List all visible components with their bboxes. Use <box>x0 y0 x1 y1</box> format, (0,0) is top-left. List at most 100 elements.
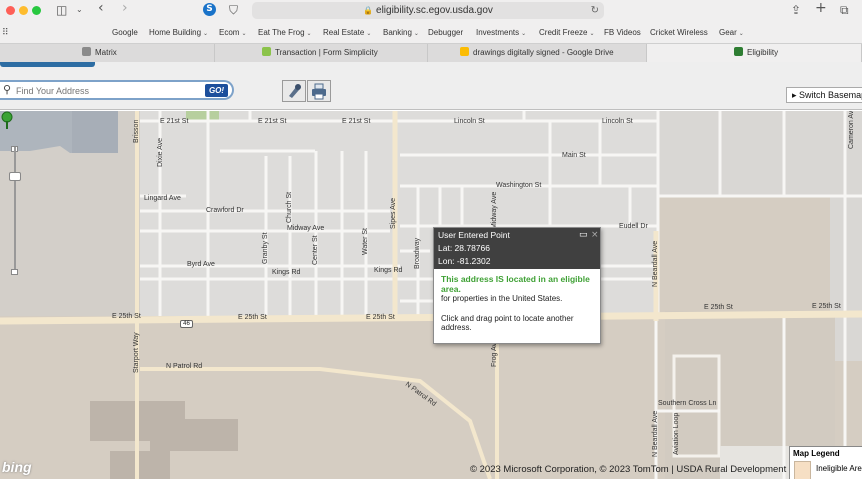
bing-logo: bing <box>2 459 32 475</box>
chevron-down-icon: ⌄ <box>738 31 744 37</box>
map-copyright: © 2023 Microsoft Corporation, © 2023 Tom… <box>470 464 787 475</box>
street-label: Lincoln St <box>602 118 633 125</box>
chevron-down-icon: ⌄ <box>241 31 247 37</box>
street-label: Kings Rd <box>272 269 301 276</box>
favicon-icon <box>734 47 743 56</box>
street-label: Washington St <box>496 182 542 189</box>
switch-basemap-label: Switch Basemap <box>799 90 862 100</box>
address-bar[interactable]: 🔒 eligibility.sc.egov.usda.gov ↻ <box>252 2 604 19</box>
airport-building-2 <box>110 451 170 479</box>
location-pin-icon[interactable] <box>0 111 14 129</box>
search-icon: ⚲ <box>3 83 12 96</box>
bookmark-google[interactable]: Google <box>112 27 138 38</box>
street-label: N Patrol Rd <box>166 363 203 370</box>
maximize-window-button[interactable] <box>32 6 41 15</box>
caret-right-icon: ▸ <box>792 90 797 100</box>
street-label: Granby St <box>262 232 269 264</box>
street-label: Crawford Dr <box>206 207 244 214</box>
draw-point-button[interactable] <box>282 80 306 102</box>
street-label: Lingard Ave <box>144 195 181 202</box>
info-popup: User Entered Point Lat: 28.78766 Lon: -8… <box>433 227 601 344</box>
print-button[interactable] <box>307 80 331 102</box>
chevron-down-icon: ⌄ <box>521 31 527 37</box>
zoom-slider-track[interactable] <box>14 147 16 275</box>
street-label: Water St <box>362 228 369 255</box>
chevron-down-icon: ⌄ <box>589 31 595 37</box>
bookmark-ecom[interactable]: Ecom ⌄ <box>219 27 246 40</box>
bookmark-investments[interactable]: Investments ⌄ <box>476 27 526 40</box>
extension-s-icon[interactable]: S <box>203 3 216 16</box>
address-search-input[interactable] <box>16 83 196 98</box>
bookmark-label: Home Building <box>149 28 202 37</box>
favicon-icon <box>82 47 91 56</box>
new-tab-icon[interactable]: + <box>815 1 827 15</box>
street-label: E 25th St <box>366 314 395 321</box>
bookmark-gear[interactable]: Gear ⌄ <box>719 27 744 40</box>
bookmark-fb-videos[interactable]: FB Videos <box>604 27 641 38</box>
tab-matrix[interactable]: Matrix <box>0 44 215 63</box>
bookmark-banking[interactable]: Banking ⌄ <box>383 27 419 40</box>
back-icon[interactable]: ‹ <box>98 1 104 15</box>
street-label: Southern Cross Ln <box>658 400 717 407</box>
tab-overview-icon[interactable]: ⧉ <box>840 3 849 17</box>
bookmark-cricket-wireless[interactable]: Cricket Wireless <box>650 27 708 38</box>
minimize-window-button[interactable] <box>19 6 28 15</box>
switch-basemap-button[interactable]: ▸ Switch Basemap <box>786 87 862 103</box>
street-label: Midway Ave <box>491 191 498 229</box>
map-canvas <box>0 111 862 479</box>
zoom-out-button[interactable] <box>11 269 18 275</box>
popup-body: This address IS located in an eligible a… <box>434 269 600 339</box>
tab-label: Transaction | Form Simplicity <box>275 48 378 57</box>
legend-swatch-ineligible <box>794 461 811 479</box>
tab-drawings-digitally-signed-google-drive[interactable]: drawings digitally signed - Google Drive <box>428 44 647 63</box>
tab-label: Matrix <box>95 48 117 57</box>
close-icon[interactable]: × <box>591 230 599 240</box>
reload-icon[interactable]: ↻ <box>591 2 599 19</box>
legend-title: Map Legend <box>793 449 840 458</box>
map-view[interactable]: E 21st St E 21st St E 21st St Lincoln St… <box>0 111 862 479</box>
street-label: Sipes Ave <box>390 197 397 229</box>
legend-item-label: Ineligible Area <box>816 464 862 473</box>
street-label: E 25th St <box>704 304 733 311</box>
map-legend: Map Legend Ineligible Area <box>789 446 862 479</box>
bookmark-debugger[interactable]: Debugger <box>428 27 463 38</box>
bookmark-credit-freeze[interactable]: Credit Freeze ⌄ <box>539 27 595 40</box>
bookmark-label: Google <box>112 28 138 37</box>
chevron-down-icon: ⌄ <box>203 31 209 37</box>
bookmark-real-estate[interactable]: Real Estate ⌄ <box>323 27 371 40</box>
sidebar-icon[interactable]: ◫ <box>56 3 67 17</box>
bookmark-label: Debugger <box>428 28 464 37</box>
favicon-icon <box>262 47 271 56</box>
go-button[interactable]: GO! <box>205 84 228 97</box>
popup-header: User Entered Point Lat: 28.78766 Lon: -8… <box>434 228 600 269</box>
maximize-icon[interactable]: ▭ <box>579 230 588 240</box>
street-label: Byrd Ave <box>187 261 215 268</box>
bookmark-label: Investments <box>476 28 520 37</box>
street-label: Dixie Ave <box>157 137 164 167</box>
park <box>186 111 219 120</box>
tab-bar: Matrix Transaction | Form Simplicity drawi… <box>0 43 862 63</box>
address-search: ⚲ GO! <box>0 80 234 100</box>
url-text: eligibility.sc.egov.usda.gov <box>376 5 493 16</box>
chevron-down-icon[interactable]: ⌄ <box>76 3 83 17</box>
street-label: E 21st St <box>258 118 287 125</box>
bookmark-eat-the-frog[interactable]: Eat The Frog ⌄ <box>258 27 312 40</box>
route-shield: 46 <box>180 320 193 328</box>
street-label: Lincoln St <box>454 118 485 125</box>
lock-icon: 🔒 <box>363 6 374 15</box>
apps-grid-icon[interactable]: ⠿ <box>2 26 9 40</box>
share-icon[interactable]: ⇪ <box>791 3 801 17</box>
street-label: Main St <box>562 152 586 159</box>
street-label: E 21st St <box>160 118 189 125</box>
street-label: Aviation Loop <box>673 412 680 455</box>
bookmark-home-building[interactable]: Home Building ⌄ <box>149 27 208 40</box>
bookmark-label: FB Videos <box>604 28 641 37</box>
close-window-button[interactable] <box>6 6 15 15</box>
forward-icon[interactable]: › <box>122 1 128 15</box>
tab-eligibility[interactable]: Eligibility <box>647 44 862 63</box>
tab-transaction-form-simplicity[interactable]: Transaction | Form Simplicity <box>215 44 428 63</box>
shield-icon[interactable]: ⛉ <box>229 3 238 17</box>
bookmark-label: Real Estate <box>323 28 365 37</box>
zoom-slider-thumb[interactable] <box>9 172 21 181</box>
